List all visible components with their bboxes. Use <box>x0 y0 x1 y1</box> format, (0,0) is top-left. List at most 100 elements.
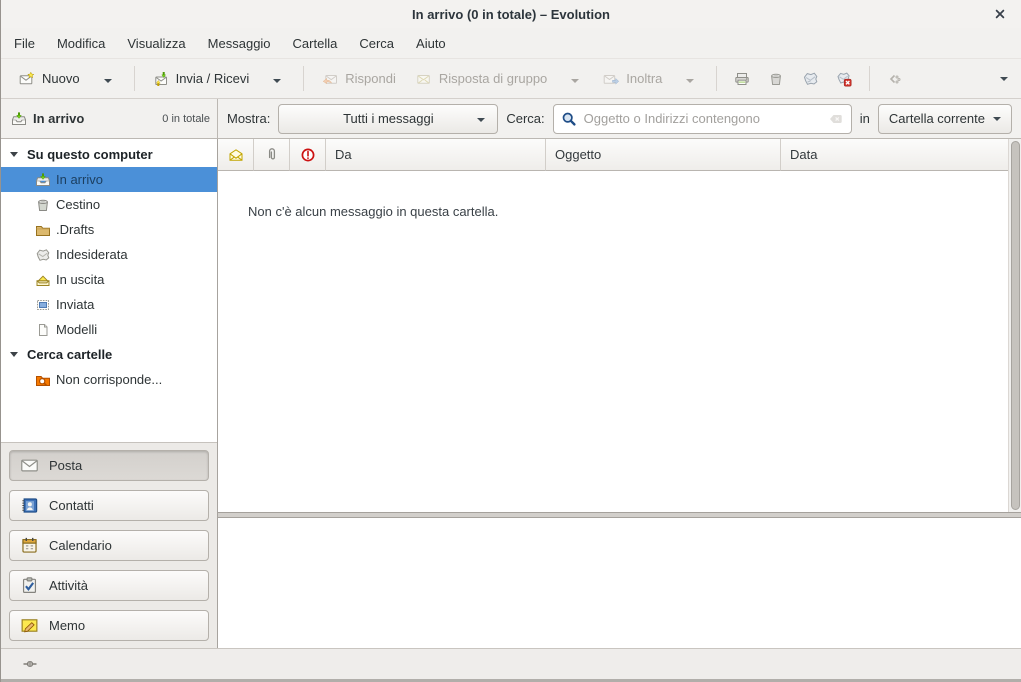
menu-file[interactable]: File <box>3 31 46 56</box>
folder-inviata[interactable]: Inviata <box>1 292 217 317</box>
contacts-icon <box>20 496 39 515</box>
empty-folder-message: Non c'è alcun messaggio in questa cartel… <box>218 171 1021 219</box>
expander-icon[interactable] <box>10 152 18 157</box>
column-label: Da <box>335 147 352 162</box>
junk-toolbar-icon <box>802 71 818 87</box>
folder-indesiderata[interactable]: Indesiderata <box>1 242 217 267</box>
switcher-label: Memo <box>49 618 85 633</box>
inbox-icon <box>11 111 27 127</box>
folder-in-arrivo[interactable]: In arrivo <box>1 167 217 192</box>
previous-message-button <box>879 66 911 92</box>
junk-icon <box>35 247 51 263</box>
message-list-body: Non c'è alcun messaggio in questa cartel… <box>218 171 1021 512</box>
column-unread-status-icon[interactable] <box>218 139 254 171</box>
switcher-label: Attività <box>49 578 88 593</box>
folder-message-count: 0 in totale <box>162 113 210 125</box>
send-receive-dropdown-button[interactable] <box>269 66 285 91</box>
switcher-memo[interactable]: Memo <box>9 610 209 641</box>
chevron-down-icon <box>993 117 1001 121</box>
priority-icon <box>300 147 316 163</box>
main-area: Su questo computer In arrivoCestino .Draft… <box>1 139 1021 648</box>
close-icon[interactable] <box>992 6 1008 22</box>
search-input[interactable] <box>584 111 821 126</box>
menu-visualizza[interactable]: Visualizza <box>116 31 196 56</box>
preview-pane <box>218 518 1021 648</box>
folder-label: Indesiderata <box>56 247 128 262</box>
folder-label: In uscita <box>56 272 104 287</box>
mail-content: Da Oggetto Data Non c'è alcun messaggio in… <box>218 139 1021 648</box>
switcher-label: Posta <box>49 458 82 473</box>
reply-group-button: Risposta di gruppo <box>407 61 592 96</box>
statusbar <box>1 648 1021 679</box>
column-da[interactable]: Da <box>326 139 546 171</box>
folder-cestino[interactable]: Cestino <box>1 192 217 217</box>
menu-modifica[interactable]: Modifica <box>46 31 116 56</box>
folder-non-corrisponde[interactable]: Non corrisponde... <box>1 367 217 392</box>
folder-drafts[interactable]: .Drafts <box>1 217 217 242</box>
previous-icon <box>887 71 903 87</box>
folder-label: Non corrisponde... <box>56 372 162 387</box>
folder-icon <box>35 222 51 238</box>
expander-icon[interactable] <box>10 352 18 357</box>
window-title: In arrivo (0 in totale) – Evolution <box>412 7 610 22</box>
tree-section-su-questo-computer[interactable]: Su questo computer <box>1 142 217 167</box>
switcher: Posta Contatti Calendario Attività Memo <box>1 442 217 648</box>
column-label: Oggetto <box>555 147 601 162</box>
forward-label: Inoltra <box>626 71 662 86</box>
print-button <box>726 66 758 92</box>
new-button-label: Nuovo <box>42 71 80 86</box>
folder-label: .Drafts <box>56 222 94 237</box>
memo-icon <box>20 616 39 635</box>
tasks-icon <box>20 576 39 595</box>
show-filter-dropdown[interactable]: Tutti i messaggi <box>278 104 498 134</box>
search-entry[interactable] <box>553 104 852 134</box>
search-icon <box>561 111 577 127</box>
outbox-icon <box>35 272 51 288</box>
column-oggetto[interactable]: Oggetto <box>546 139 781 171</box>
message-list-pane: Da Oggetto Data Non c'è alcun messaggio in… <box>218 139 1021 512</box>
menu-cerca[interactable]: Cerca <box>348 31 405 56</box>
template-icon <box>35 322 51 338</box>
switcher-label: Calendario <box>49 538 112 553</box>
scrollbar-thumb[interactable] <box>1011 141 1020 510</box>
send-receive-label: Invia / Ricevi <box>176 71 250 86</box>
switcher-contatti[interactable]: Contatti <box>9 490 209 521</box>
tree-section-label: Su questo computer <box>27 147 153 162</box>
toolbar-overflow-button[interactable] <box>992 72 1012 86</box>
junk-button <box>794 66 826 92</box>
tree-section-label: Cerca cartelle <box>27 347 112 362</box>
tree-section-cerca-cartelle[interactable]: Cerca cartelle <box>1 342 217 367</box>
column-priority-icon[interactable] <box>290 139 326 171</box>
switcher-attivit[interactable]: Attività <box>9 570 209 601</box>
search-row: Mostra: Tutti i messaggi Cerca: in Carte… <box>218 99 1021 138</box>
forward-icon <box>603 71 619 87</box>
folder-label: Inviata <box>56 297 94 312</box>
forward-dropdown-button <box>682 66 698 91</box>
sidebar: Su questo computer In arrivoCestino .Draft… <box>1 139 218 648</box>
reply-group-label: Risposta di gruppo <box>439 71 547 86</box>
reply-icon <box>322 71 338 87</box>
vertical-scrollbar[interactable] <box>1008 139 1021 512</box>
menubar: FileModificaVisualizzaMessaggioCartellaC… <box>1 28 1021 58</box>
search-scope-dropdown[interactable]: Cartella corrente <box>878 104 1012 134</box>
new-button[interactable]: Nuovo <box>10 61 125 96</box>
switcher-calendario[interactable]: Calendario <box>9 530 209 561</box>
online-status-icon[interactable] <box>22 656 38 672</box>
toolbar-separator <box>134 66 135 91</box>
evolution-window: In arrivo (0 in totale) – Evolution File… <box>0 0 1021 682</box>
menu-messaggio[interactable]: Messaggio <box>197 31 282 56</box>
menu-cartella[interactable]: Cartella <box>282 31 349 56</box>
folder-tree: Su questo computer In arrivoCestino .Draft… <box>1 139 217 442</box>
folder-in-uscita[interactable]: In uscita <box>1 267 217 292</box>
folder-modelli[interactable]: Modelli <box>1 317 217 342</box>
switcher-posta[interactable]: Posta <box>9 450 209 481</box>
attachment-icon <box>264 147 280 163</box>
menu-aiuto[interactable]: Aiuto <box>405 31 457 56</box>
send-receive-button[interactable]: Invia / Ricevi <box>144 61 295 96</box>
new-dropdown-button[interactable] <box>100 66 116 91</box>
in-label: in <box>860 111 870 126</box>
switcher-label: Contatti <box>49 498 94 513</box>
column-attachment-icon[interactable] <box>254 139 290 171</box>
column-data[interactable]: Data <box>781 139 1008 171</box>
search-label: Cerca: <box>506 111 544 126</box>
